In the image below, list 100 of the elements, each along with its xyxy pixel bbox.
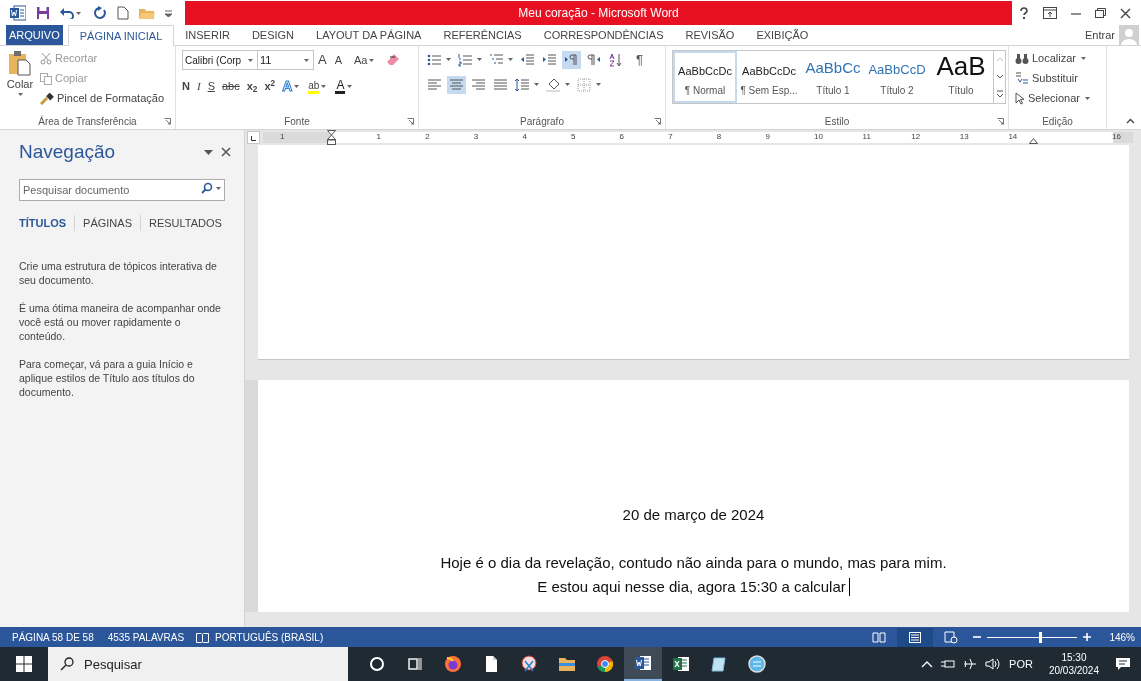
caret-icon[interactable] xyxy=(17,92,23,96)
undo-icon[interactable] xyxy=(60,7,74,19)
show-marks-button[interactable]: ¶ xyxy=(636,50,643,70)
left-to-right-icon[interactable] xyxy=(562,50,581,69)
caret-icon[interactable] xyxy=(565,83,570,86)
zoom-out-icon[interactable] xyxy=(973,633,982,641)
style-item[interactable]: AaB Título xyxy=(929,51,993,103)
word-count[interactable]: 4535 PALAVRAS xyxy=(107,629,185,645)
pane-tab[interactable]: PÁGINAS xyxy=(74,214,140,231)
shrink-font-button[interactable]: A xyxy=(334,51,346,69)
caret-icon[interactable] xyxy=(534,83,539,86)
customize-caret-icon[interactable] xyxy=(165,9,172,17)
caret-icon[interactable] xyxy=(446,58,451,62)
proofing-book-icon[interactable] xyxy=(196,631,210,643)
slider-thumb[interactable] xyxy=(1039,631,1042,643)
chrome-icon[interactable] xyxy=(596,655,614,673)
format-button[interactable]: abc xyxy=(221,78,240,95)
font-color-button[interactable]: A xyxy=(335,79,346,94)
language-status[interactable]: PORTUGUÊS (BRASIL) xyxy=(215,629,324,645)
folder-icon[interactable] xyxy=(558,655,576,673)
ribbon-tab[interactable]: PÁGINA INICIAL xyxy=(67,25,175,46)
format-button[interactable]: x$^{2}$ xyxy=(264,78,276,95)
task-view-icon[interactable] xyxy=(406,655,424,673)
new-document-icon[interactable] xyxy=(117,6,129,20)
ribbon-tab[interactable]: LAYOUT DA PÁGINA xyxy=(305,25,433,45)
battery-plug-icon[interactable] xyxy=(941,659,956,669)
restore-icon[interactable] xyxy=(1095,8,1106,18)
format-button[interactable]: N xyxy=(182,78,190,95)
cortana-circle-icon[interactable] xyxy=(368,655,386,673)
word-app-icon[interactable] xyxy=(634,654,652,672)
search-field[interactable]: Pesquisar documento xyxy=(19,178,225,201)
align-center-icon[interactable] xyxy=(447,75,466,94)
search-icon[interactable] xyxy=(201,181,213,194)
style-item[interactable]: AaBbCc Título 1 xyxy=(801,51,865,103)
caret-icon[interactable] xyxy=(1085,97,1090,100)
caret-icon[interactable] xyxy=(248,58,253,62)
format-painter-button[interactable]: Pincel de Formatação xyxy=(40,90,164,107)
notepad-icon[interactable] xyxy=(710,655,728,673)
input-language[interactable]: POR xyxy=(1009,655,1033,673)
highlight-button[interactable]: ab xyxy=(308,79,320,94)
caret-icon[interactable] xyxy=(477,58,482,62)
sign-in-link[interactable]: Entrar xyxy=(1085,26,1115,44)
zoom-level[interactable]: 146% xyxy=(1109,629,1135,645)
dialog-launcher-icon[interactable] xyxy=(407,118,414,125)
format-button[interactable]: I xyxy=(196,78,201,95)
zoom-in-icon[interactable] xyxy=(1083,633,1092,641)
ribbon-tab[interactable]: DESIGN xyxy=(240,25,306,45)
font-size-field[interactable]: 11 xyxy=(258,50,314,70)
pane-tab[interactable]: RESULTADOS xyxy=(139,214,230,231)
caret-icon[interactable] xyxy=(216,186,221,190)
find-button[interactable]: Localizar xyxy=(1015,50,1100,67)
ribbon-tab[interactable]: REVISÃO xyxy=(674,25,746,45)
notification-icon[interactable] xyxy=(1115,657,1131,671)
redo-icon[interactable] xyxy=(93,6,107,20)
caret-icon[interactable] xyxy=(596,83,601,86)
style-item[interactable]: AaBbCcDc ¶ Sem Esp... xyxy=(737,51,801,103)
pane-tab[interactable]: TÍTULOS xyxy=(19,214,75,231)
caret-icon[interactable] xyxy=(369,58,375,62)
eraser-icon[interactable] xyxy=(386,53,401,67)
dialog-launcher-icon[interactable] xyxy=(654,118,661,125)
tab-selector[interactable] xyxy=(247,131,260,144)
indent-marker-icon[interactable] xyxy=(327,130,336,145)
ribbon-tab[interactable]: REFERÊNCIAS xyxy=(432,25,533,45)
close-icon[interactable] xyxy=(1120,7,1131,19)
scissors-circle-icon[interactable] xyxy=(520,655,538,673)
airplane-icon[interactable] xyxy=(963,658,978,670)
grow-font-button[interactable]: A xyxy=(318,50,331,70)
windows-logo-icon[interactable] xyxy=(16,656,32,672)
replace-button[interactable]: Substituir xyxy=(1015,70,1100,87)
paste-button[interactable]: Colar xyxy=(6,50,34,107)
select-button[interactable]: Selecionar xyxy=(1015,90,1100,107)
chevron-up-icon[interactable] xyxy=(921,660,934,668)
format-button[interactable]: S xyxy=(207,78,215,95)
style-item[interactable]: AaBbCcD Título 2 xyxy=(865,51,929,103)
format-button[interactable]: x$_{2}$ xyxy=(246,78,258,95)
dropdown-caret-icon[interactable] xyxy=(204,149,213,155)
ribbon-tab[interactable]: INSERIR xyxy=(174,25,241,45)
ribbon-tab[interactable]: CORRESPONDÊNCIAS xyxy=(532,25,675,45)
firefox-icon[interactable] xyxy=(444,655,462,673)
caret-icon[interactable] xyxy=(508,58,513,62)
close-icon[interactable] xyxy=(221,147,231,158)
file-tab[interactable]: ARQUIVO xyxy=(6,25,63,45)
caret-icon[interactable] xyxy=(347,85,353,88)
collapse-ribbon-icon[interactable] xyxy=(1126,118,1135,124)
round-app-icon[interactable] xyxy=(748,655,766,673)
caret-icon[interactable] xyxy=(76,11,81,15)
clock[interactable]: 15:30 20/03/2024 xyxy=(1048,651,1099,677)
excel-app-icon[interactable] xyxy=(672,655,690,673)
dialog-launcher-icon[interactable] xyxy=(164,118,171,125)
caret-icon[interactable] xyxy=(321,85,327,88)
help-icon[interactable] xyxy=(1019,7,1029,19)
page-count[interactable]: PÁGINA 58 DE 58 xyxy=(12,629,94,645)
caret-icon[interactable] xyxy=(294,85,300,88)
caret-icon[interactable] xyxy=(304,58,309,62)
caret-icon[interactable] xyxy=(1081,57,1087,60)
ribbon-tab[interactable]: EXIBIÇÃO xyxy=(745,25,820,45)
dialog-launcher-icon[interactable] xyxy=(997,118,1004,125)
ribbon-display-icon[interactable] xyxy=(1043,7,1057,19)
style-item[interactable]: AaBbCcDc ¶ Normal xyxy=(673,51,737,103)
taskbar-search-field[interactable]: Pesquisar xyxy=(48,647,348,681)
